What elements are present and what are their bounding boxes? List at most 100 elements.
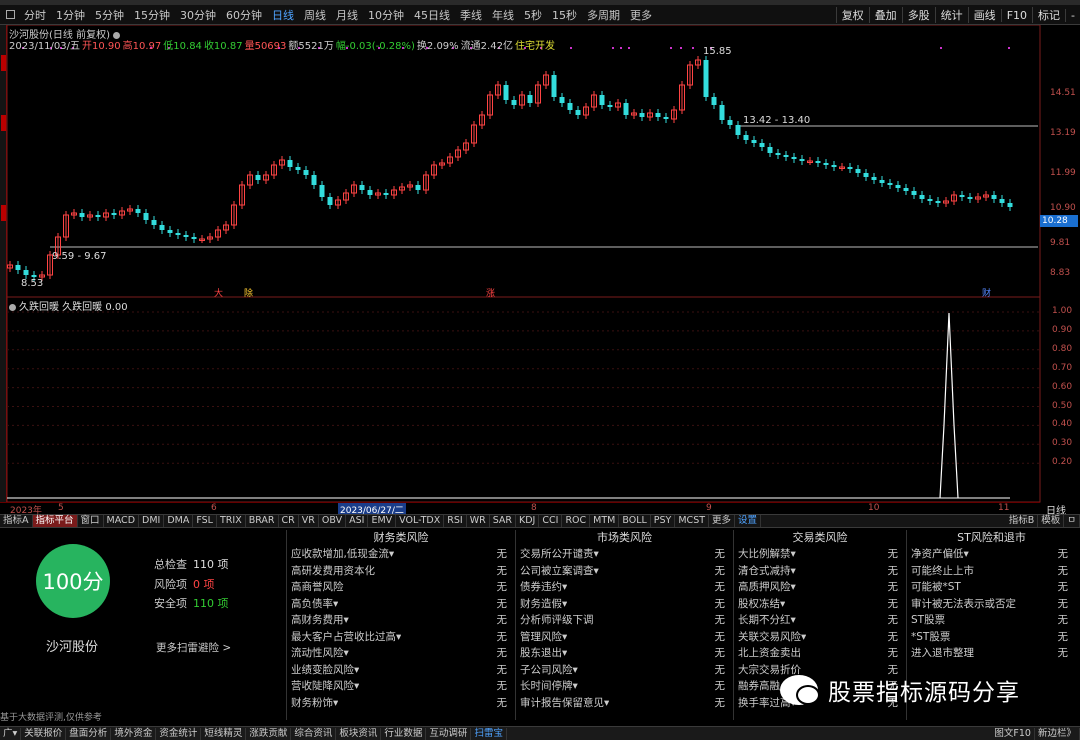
bottom-tab[interactable]: 行业数据 — [381, 727, 427, 740]
bottom-tool[interactable]: 图文F10 — [991, 727, 1035, 740]
indicator-tool[interactable]: 指标B — [1006, 515, 1039, 527]
risk-row[interactable]: 长时间停牌▾ 无 — [516, 678, 733, 695]
period-tab[interactable]: 更多 — [625, 7, 657, 23]
risk-row[interactable]: 关联交易风险▾ 无 — [734, 629, 906, 646]
period-tab[interactable]: 日线 — [267, 7, 299, 23]
bottom-tab[interactable]: 短线精灵 — [201, 727, 247, 740]
kline-chart[interactable] — [0, 25, 1080, 503]
risk-row[interactable]: 子公司风险▾ 无 — [516, 662, 733, 679]
risk-row[interactable]: 交易所公开谴责▾ 无 — [516, 546, 733, 563]
risk-row[interactable]: 高财务费用▾ 无 — [287, 612, 515, 629]
square-icon[interactable] — [6, 10, 15, 19]
bottom-tab[interactable]: 关联报价 — [21, 727, 67, 740]
period-tab[interactable]: 分时 — [19, 7, 51, 23]
bottom-tool[interactable]: 新边栏》 — [1035, 727, 1080, 740]
period-tab[interactable]: 15秒 — [547, 7, 582, 23]
indicator-tab[interactable]: 更多 — [709, 515, 736, 527]
toolbar-button[interactable]: 多股 — [901, 7, 935, 23]
risk-row[interactable]: 高质押风险▾ 无 — [734, 579, 906, 596]
toolbar-button[interactable]: 标记 — [1032, 7, 1065, 23]
event-tag[interactable]: 财 — [982, 286, 991, 299]
period-tab[interactable]: 月线 — [331, 7, 363, 23]
bottom-tab[interactable]: 广▾ — [0, 727, 22, 740]
risk-row[interactable]: 分析师评级下调 无 — [516, 612, 733, 629]
risk-row[interactable]: 业绩变脸风险▾ 无 — [287, 662, 515, 679]
indicator-tab[interactable]: VOL-TDX — [396, 515, 445, 527]
period-tab[interactable]: 1分钟 — [51, 7, 90, 23]
indicator-tab[interactable]: FSL — [193, 515, 217, 527]
indicator-tab[interactable]: OBV — [319, 515, 347, 527]
indicator-tab[interactable]: TRIX — [217, 515, 246, 527]
indicator-tab[interactable]: BOLL — [619, 515, 651, 527]
risk-row[interactable]: 股权冻结▾ 无 — [734, 596, 906, 613]
indicator-tab[interactable]: KDJ — [516, 515, 540, 527]
period-tab[interactable]: 年线 — [487, 7, 519, 23]
period-tab[interactable]: 多周期 — [582, 7, 625, 23]
period-tab[interactable]: 周线 — [299, 7, 331, 23]
bottom-tab[interactable]: 互动调研 — [426, 727, 472, 740]
indicator-tab[interactable]: DMA — [164, 515, 194, 527]
indicator-tab[interactable]: 窗口 — [78, 515, 104, 527]
indicator-tab[interactable]: ROC — [562, 515, 591, 527]
toolbar-button[interactable]: - — [1065, 8, 1080, 22]
settings-icon[interactable] — [9, 303, 16, 311]
risk-row[interactable]: 高负债率▾ 无 — [287, 596, 515, 613]
risk-row[interactable]: 高商誉风险 无 — [287, 579, 515, 596]
bottom-tab[interactable]: 板块资讯 — [336, 727, 382, 740]
risk-row[interactable]: 股东退出▾ 无 — [516, 645, 733, 662]
indicator-tab[interactable]: ASI — [346, 515, 369, 527]
period-tab[interactable]: 5分钟 — [90, 7, 129, 23]
indicator-tab[interactable]: CR — [279, 515, 299, 527]
indicator-tab[interactable]: RSI — [444, 515, 467, 527]
risk-row[interactable]: 大比例解禁▾ 无 — [734, 546, 906, 563]
toolbar-button[interactable]: 统计 — [934, 7, 968, 23]
toolbar-button[interactable]: F10 — [1000, 8, 1032, 22]
risk-row[interactable]: ST股票 无 — [907, 612, 1076, 629]
risk-row[interactable]: 高研发费用资本化 无 — [287, 563, 515, 580]
period-tab[interactable]: 45日线 — [409, 7, 455, 23]
risk-row[interactable]: *ST股票 无 — [907, 629, 1076, 646]
event-tag[interactable]: 涨 — [486, 286, 495, 299]
toolbar-button[interactable]: 画线 — [967, 7, 1001, 23]
risk-row[interactable]: 长期不分红▾ 无 — [734, 612, 906, 629]
indicator-tab[interactable]: MACD — [104, 515, 140, 527]
risk-row[interactable]: 净资产偏低▾ 无 — [907, 546, 1076, 563]
risk-row[interactable]: 营收陡降风险▾ 无 — [287, 678, 515, 695]
indicator-tab[interactable]: PSY — [651, 515, 676, 527]
event-tag[interactable]: 大 — [214, 286, 223, 299]
indicator-tab[interactable]: MTM — [590, 515, 620, 527]
more-scan-link[interactable]: 更多扫雷避险 > — [156, 640, 231, 655]
risk-row[interactable]: 最大客户占营收比过高▾ 无 — [287, 629, 515, 646]
risk-row[interactable]: 财务造假▾ 无 — [516, 596, 733, 613]
period-tab[interactable]: 10分钟 — [363, 7, 409, 23]
period-tab[interactable]: 5秒 — [519, 7, 547, 23]
risk-row[interactable]: 进入退市整理 无 — [907, 645, 1076, 662]
risk-row[interactable]: 可能终止上市 无 — [907, 563, 1076, 580]
risk-row[interactable]: 债券违约▾ 无 — [516, 579, 733, 596]
risk-row[interactable]: 财务粉饰▾ 无 — [287, 695, 515, 712]
indicator-tab[interactable]: CCI — [539, 515, 563, 527]
indicator-tab[interactable]: MCST — [675, 515, 710, 527]
indicator-tab[interactable]: 设置 — [735, 515, 762, 527]
indicator-tab[interactable]: EMV — [368, 515, 397, 527]
toolbar-button[interactable]: 叠加 — [868, 7, 902, 23]
toolbar-button[interactable]: 复权 — [835, 7, 869, 23]
risk-row[interactable]: 应收款增加,低现金流▾ 无 — [287, 546, 515, 563]
bottom-tab[interactable]: 境外资金 — [111, 727, 157, 740]
period-tab[interactable]: 60分钟 — [221, 7, 267, 23]
bottom-tab[interactable]: 盘面分析 — [66, 727, 112, 740]
indicator-tab[interactable]: VR — [299, 515, 319, 527]
indicator-tab[interactable]: 指标平台 — [32, 515, 78, 527]
period-tab[interactable]: 季线 — [455, 7, 487, 23]
bottom-tab[interactable]: 涨跌贡献 — [246, 727, 292, 740]
period-tab[interactable]: 30分钟 — [175, 7, 221, 23]
bottom-tab[interactable]: 资金统计 — [156, 727, 202, 740]
bottom-tab[interactable]: 综合资讯 — [291, 727, 337, 740]
indicator-tool[interactable]: ㅁ — [1064, 515, 1080, 527]
risk-row[interactable]: 可能被*ST 无 — [907, 579, 1076, 596]
risk-row[interactable]: 清仓式减持▾ 无 — [734, 563, 906, 580]
risk-row[interactable]: 公司被立案调查▾ 无 — [516, 563, 733, 580]
indicator-tab[interactable]: WR — [467, 515, 490, 527]
risk-row[interactable]: 审计报告保留意见▾ 无 — [516, 695, 733, 712]
indicator-tab[interactable]: 指标A — [0, 515, 33, 527]
